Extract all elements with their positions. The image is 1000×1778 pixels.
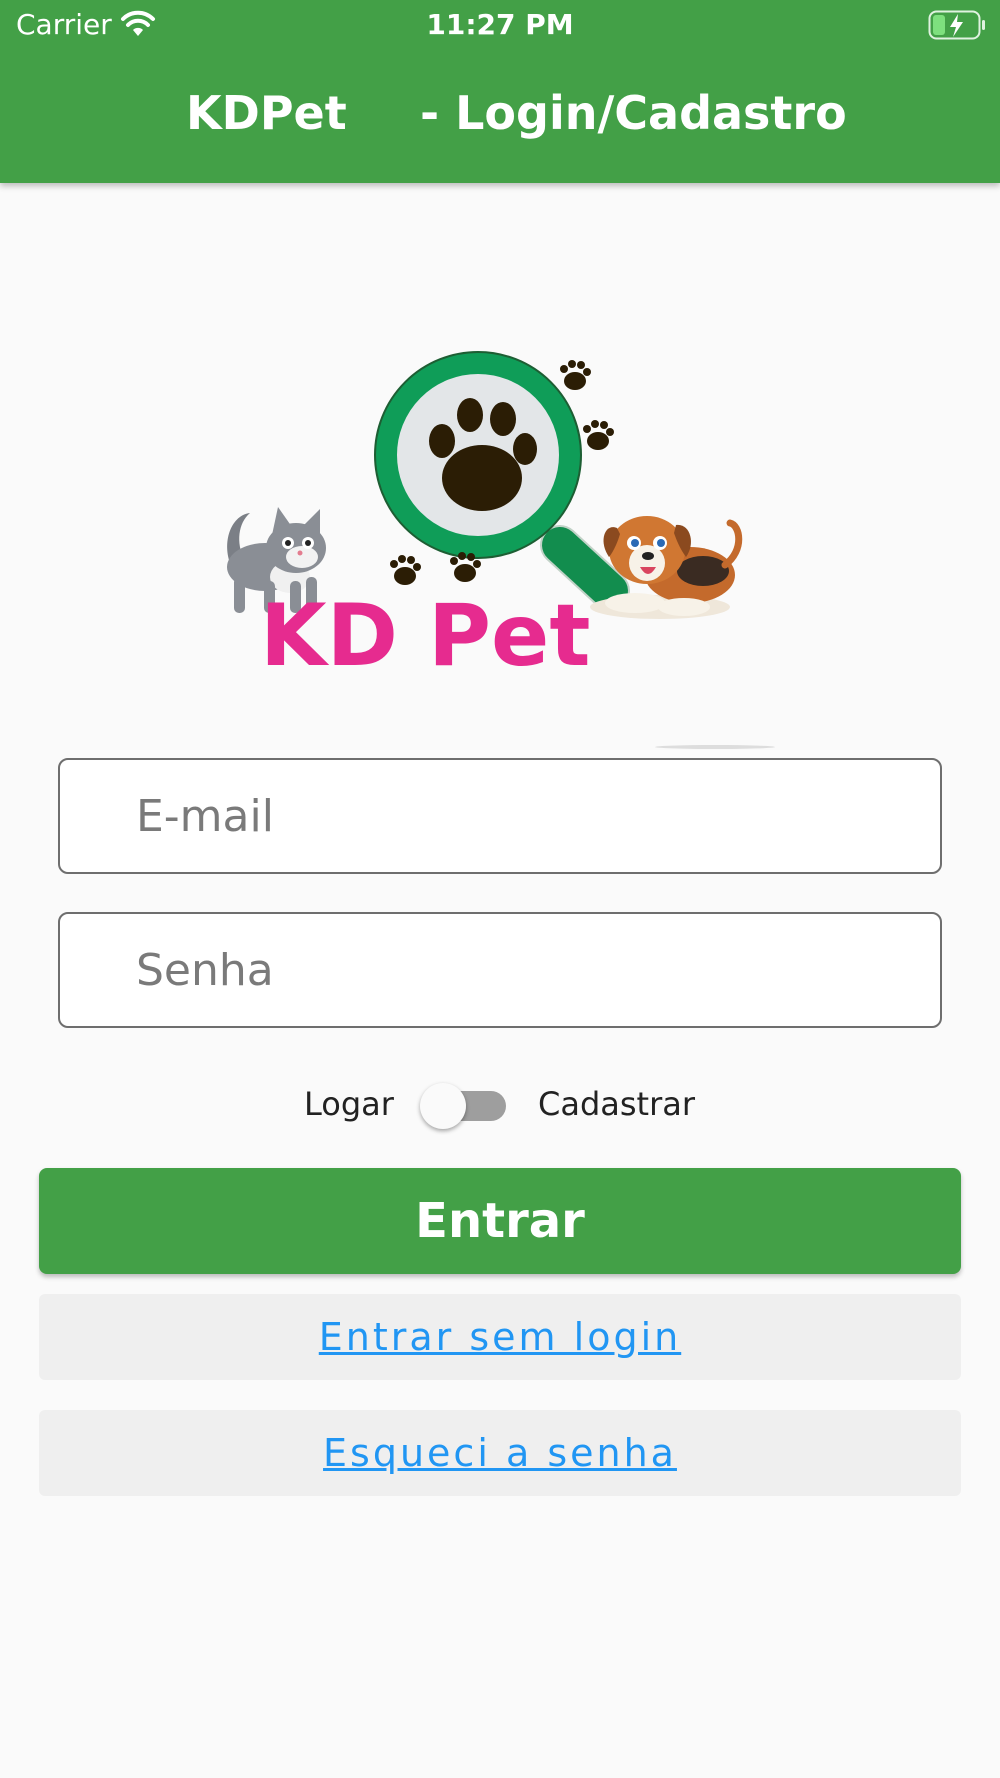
login-register-switch[interactable]: [420, 1083, 508, 1129]
email-input[interactable]: [60, 760, 940, 872]
forgot-password-button[interactable]: Esqueci a senha: [39, 1410, 961, 1496]
email-field[interactable]: [58, 758, 942, 874]
password-input[interactable]: [60, 914, 940, 1026]
login-mode-label: Logar: [304, 1085, 394, 1123]
switch-thumb[interactable]: [420, 1083, 466, 1129]
register-mode-label: Cadastrar: [538, 1085, 696, 1123]
enter-button[interactable]: Entrar: [39, 1168, 961, 1274]
forgot-password-label: Esqueci a senha: [323, 1431, 677, 1475]
password-field[interactable]: [58, 912, 942, 1028]
battery-charging-icon: [928, 10, 985, 40]
clock: 11:27 PM: [426, 8, 574, 41]
mode-toggle: Logar Cadastrar: [0, 1080, 1000, 1130]
page-title: - Login/Cadastro: [420, 86, 847, 140]
app-name: KDPet: [186, 86, 347, 140]
logo-text: KD Pet: [260, 586, 590, 686]
app-bar: Carrier 11:27 PM KDPet - Login/Cadastro: [0, 0, 1000, 183]
guest-login-button[interactable]: Entrar sem login: [39, 1294, 961, 1380]
enter-button-label: Entrar: [415, 1193, 585, 1249]
app-bar-title: KDPet - Login/Cadastro: [0, 86, 1000, 146]
status-bar: Carrier 11:27 PM: [0, 0, 1000, 50]
kdpet-logo: KD Pet: [227, 351, 775, 749]
guest-login-label: Entrar sem login: [318, 1315, 682, 1359]
